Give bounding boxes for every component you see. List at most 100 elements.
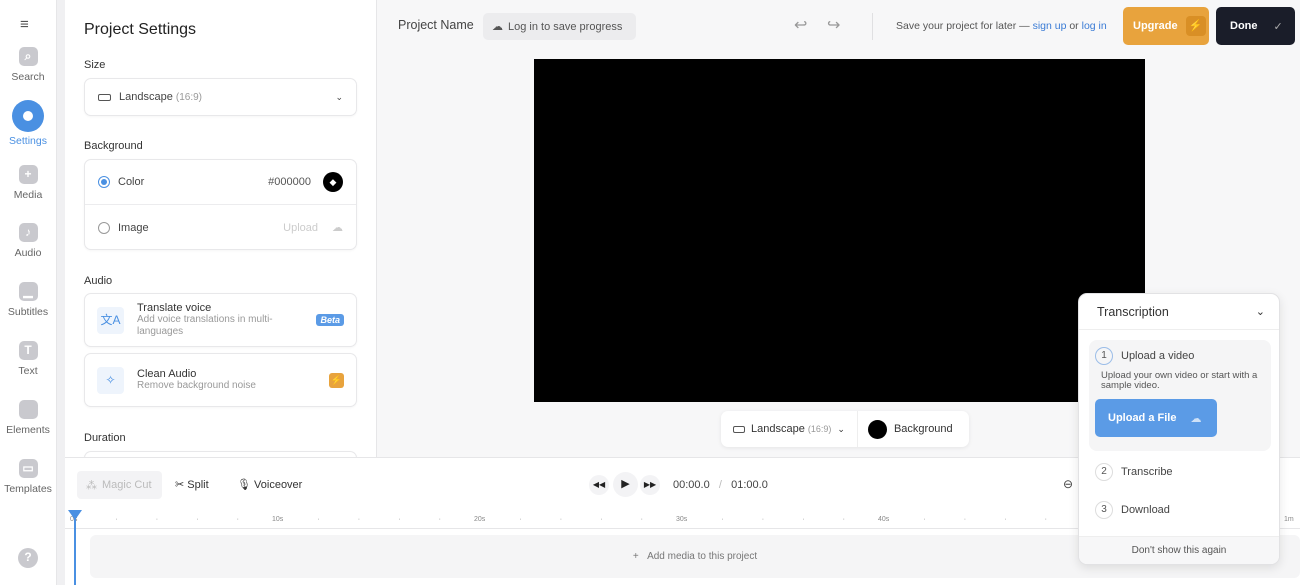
step1-desc: Upload your own video or start with a sa… — [1101, 370, 1258, 391]
divider — [872, 13, 873, 40]
split-button[interactable]: ✂ Split — [175, 478, 209, 491]
rail-item-subtitles[interactable]: ▁ Subtitles — [0, 282, 56, 318]
done-label: Done — [1230, 20, 1258, 32]
image-option[interactable]: Image Upload ☁ — [85, 205, 356, 250]
search-icon: ⌕ — [18, 47, 38, 66]
music-icon: ♪ — [18, 223, 38, 243]
minor-tick: · — [802, 516, 805, 523]
canvas-toolbar: Landscape (16:9) ⌄ Background — [721, 411, 969, 447]
zoom-out-icon[interactable]: ⊖ — [1063, 477, 1073, 491]
step-number: 3 — [1095, 501, 1113, 519]
minor-tick: · — [357, 516, 361, 523]
time-separator: / — [718, 479, 722, 491]
rail-item-label: Search — [11, 71, 45, 83]
rail-item-settings[interactable]: Settings — [0, 100, 56, 147]
playhead-line[interactable] — [74, 516, 76, 585]
rail-item-templates[interactable]: ▭ Templates — [0, 458, 56, 495]
settings-icon — [12, 100, 44, 132]
background-card: Color #000000 ◆ Image Upload ☁ — [84, 159, 357, 250]
sparkle-icon: ✧ — [97, 366, 124, 394]
minor-tick: · — [196, 516, 199, 523]
duration-label: Duration — [84, 432, 126, 444]
rail-scrollbar[interactable] — [56, 0, 65, 585]
chevron-down-icon: ⌄ — [335, 91, 343, 102]
color-option-label: Color — [118, 176, 145, 188]
save-text: Save your project for later — — [896, 20, 1030, 32]
chevron-down-icon: ⌄ — [1255, 306, 1265, 318]
templates-icon: ▭ — [18, 458, 38, 478]
upgrade-button[interactable]: Upgrade ⚡ — [1123, 7, 1209, 45]
rail-item-elements[interactable]: Elements — [0, 399, 56, 436]
login-save-label: Log in to save progress — [508, 20, 623, 33]
rewind-button[interactable]: ◀◀ — [589, 475, 609, 495]
minor-tick: · — [519, 516, 522, 523]
top-bar: Project Name ☁ Log in to save progress ↩ … — [378, 0, 1300, 52]
chevron-down-icon: ⌄ — [837, 423, 845, 434]
translate-icon: 文A — [97, 306, 124, 334]
minor-tick: · — [115, 516, 118, 523]
minor-tick: · — [559, 516, 563, 523]
color-radio[interactable] — [98, 176, 110, 188]
login-save-button[interactable]: ☁ Log in to save progress — [483, 13, 636, 40]
magic-cut-label: Magic Cut — [102, 479, 152, 491]
redo-icon[interactable]: ↪ — [827, 15, 840, 35]
lightning-icon: ⚡ — [329, 372, 344, 388]
size-select[interactable]: Landscape (16:9) ⌄ — [84, 78, 357, 116]
upload-link[interactable]: Upload — [283, 222, 318, 234]
help-button[interactable]: ? — [0, 548, 56, 573]
undo-icon[interactable]: ↩ — [794, 15, 807, 35]
tick-label: 10s — [272, 516, 284, 523]
play-button[interactable]: ▶ — [613, 472, 638, 497]
hamburger-menu-icon[interactable]: ≡ — [20, 16, 29, 33]
size-ratio: (16:9) — [175, 91, 203, 103]
rail-item-label: Text — [18, 365, 38, 377]
clean-audio-card[interactable]: ✧ Clean Audio Remove background noise ⚡ — [84, 353, 357, 407]
color-fill-icon[interactable]: ◆ — [323, 172, 343, 192]
landscape-icon — [733, 425, 745, 433]
video-canvas[interactable] — [534, 59, 1145, 402]
rail-item-text[interactable]: T Text — [0, 341, 56, 377]
current-time: 00:00.0 — [673, 479, 710, 491]
color-option[interactable]: Color #000000 ◆ — [85, 160, 356, 205]
background-label: Background — [84, 140, 143, 152]
size-value: Landscape — [119, 91, 173, 103]
voiceover-button[interactable]: 🎙 Voiceover — [237, 478, 302, 491]
log-in-link[interactable]: log in — [1082, 20, 1107, 32]
translate-title: Translate voice — [137, 302, 212, 314]
translate-desc: Add voice translations in multi-language… — [137, 314, 273, 337]
done-button[interactable]: Done ✓ — [1216, 7, 1295, 45]
subtitles-icon: ▁ — [18, 282, 38, 302]
dont-show-again-button[interactable]: Don't show this again — [1079, 536, 1279, 564]
transcription-header[interactable]: Transcription ⌄ — [1079, 294, 1279, 330]
cloud-off-icon: ☁ — [492, 21, 503, 33]
rail-item-label: Elements — [6, 423, 50, 436]
lightning-icon: ⚡ — [1185, 16, 1206, 36]
upload-file-button[interactable]: Upload a File ☁ — [1095, 399, 1217, 437]
landscape-icon — [98, 93, 111, 101]
tick-label: 40s — [878, 516, 890, 523]
minor-tick: · — [761, 516, 765, 523]
step2-label: Transcribe — [1121, 466, 1173, 478]
canvas-size-select[interactable]: Landscape (16:9) ⌄ — [721, 411, 858, 447]
clean-title: Clean Audio — [137, 368, 197, 380]
canvas-background-button[interactable]: Background — [858, 411, 963, 447]
sign-up-link[interactable]: sign up — [1033, 20, 1067, 32]
magic-cut-button[interactable]: ⁂ Magic Cut — [77, 471, 162, 499]
image-radio[interactable] — [98, 221, 110, 234]
canvas-size-ratio: (16:9) — [807, 424, 832, 434]
project-name[interactable]: Project Name — [398, 18, 474, 32]
translate-voice-card[interactable]: 文A Translate voice Add voice translations… — [84, 293, 357, 347]
minor-tick: · — [317, 516, 320, 523]
color-value: #000000 — [268, 176, 311, 188]
tick-label: 20s — [474, 516, 486, 523]
panel-title: Project Settings — [84, 21, 197, 38]
background-swatch — [867, 419, 887, 439]
clean-desc: Remove background noise — [137, 380, 256, 391]
rail-item-audio[interactable]: ♪ Audio — [0, 223, 56, 259]
rail-item-media[interactable]: + Media — [0, 164, 56, 201]
minor-tick: · — [155, 516, 159, 523]
fast-forward-button[interactable]: ▶▶ — [640, 475, 660, 495]
step3-label: Download — [1121, 504, 1170, 516]
help-icon: ? — [18, 548, 38, 568]
rail-item-search[interactable]: ⌕ Search — [0, 47, 56, 83]
